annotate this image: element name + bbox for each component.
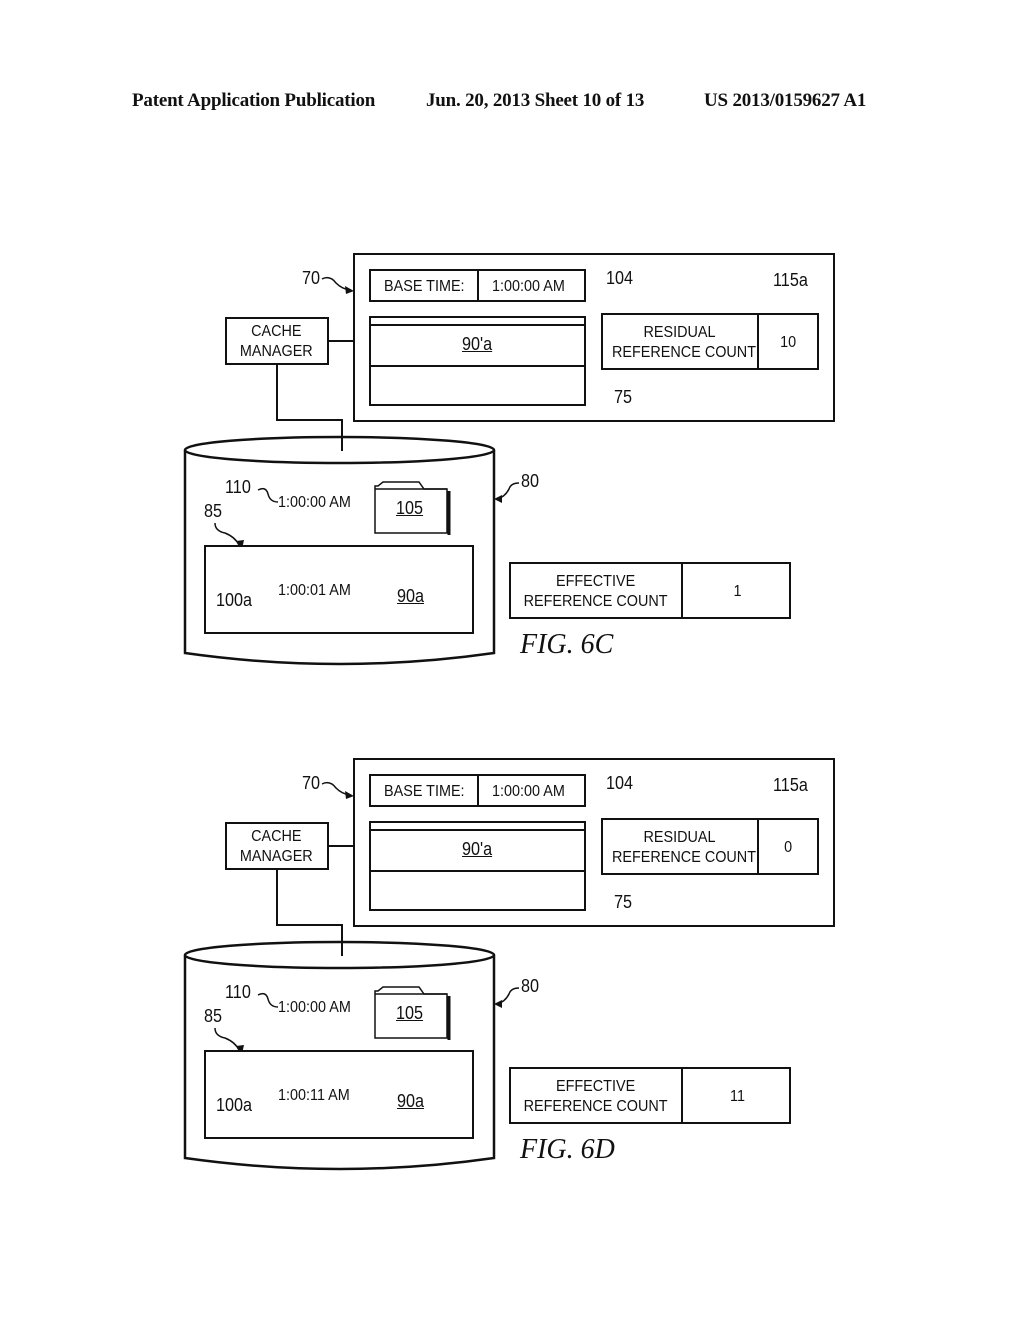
figure-caption: FIG. 6C	[520, 629, 614, 660]
ref-numeral-115a: 115a	[773, 270, 808, 290]
ref-numeral-110: 110	[225, 982, 251, 1002]
ref-numeral-110: 110	[225, 477, 251, 497]
storage-folder-label: 105	[396, 1003, 424, 1023]
ref-numeral-104: 104	[606, 268, 634, 288]
figure-fig-6c: BASE TIME: 1:00:00 AM 90'a RESIDUAL REFE…	[0, 253, 1024, 713]
storage-base-time: 1:00:00 AM	[278, 999, 351, 1016]
ref-numeral-70: 70	[302, 268, 321, 288]
ref-numeral-104: 104	[606, 773, 634, 793]
effective-value: 11	[730, 1088, 745, 1105]
storage-base-time: 1:00:00 AM	[278, 494, 351, 511]
ref-numeral-75: 75	[614, 387, 633, 407]
ref-numeral-75: 75	[614, 892, 633, 912]
residual-value: 10	[780, 334, 797, 351]
snapshot-time: 1:00:11 AM	[278, 1087, 350, 1104]
cache-entry-table	[369, 821, 586, 911]
figure-fig-6d: BASE TIME: 1:00:00 AM 90'a RESIDUAL REFE…	[0, 758, 1024, 1218]
residual-label-line1: RESIDUAL	[643, 324, 716, 341]
base-time-label: BASE TIME:	[384, 783, 465, 800]
cache-entry-table	[369, 316, 586, 406]
snapshot-folder-label: 90a	[397, 586, 425, 606]
base-time-value: 1:00:00 AM	[492, 783, 565, 800]
cache-manager-line1: CACHE	[251, 323, 302, 340]
ref-numeral-85: 85	[204, 501, 223, 521]
effective-label-line1: EFFECTIVE	[555, 573, 636, 590]
effective-label-line2: REFERENCE COUNT	[523, 1098, 668, 1115]
header-patent-number: US 2013/0159627 A1	[704, 90, 867, 111]
ref-numeral-80: 80	[521, 471, 540, 491]
header-publication: Patent Application Publication	[132, 90, 376, 111]
header-date-sheet: Jun. 20, 2013 Sheet 10 of 13	[426, 90, 645, 111]
residual-label-line2: REFERENCE COUNT	[612, 344, 757, 361]
ref-numeral-80: 80	[521, 976, 540, 996]
residual-value: 0	[784, 839, 793, 856]
storage-cylinder-top	[183, 940, 496, 970]
storage-folder-label: 105	[396, 498, 424, 518]
cache-entry-label: 90'a	[462, 334, 493, 354]
effective-label-line2: REFERENCE COUNT	[523, 593, 668, 610]
figure-caption: FIG. 6D	[520, 1134, 615, 1165]
effective-label-line1: EFFECTIVE	[555, 1078, 636, 1095]
base-time-label: BASE TIME:	[384, 278, 465, 295]
ref-numeral-100a: 100a	[216, 590, 253, 610]
residual-label-line1: RESIDUAL	[643, 829, 716, 846]
residual-label-line2: REFERENCE COUNT	[612, 849, 757, 866]
storage-cylinder-top	[183, 435, 496, 465]
ref-numeral-100a: 100a	[216, 1095, 253, 1115]
snapshot-folder-label: 90a	[397, 1091, 425, 1111]
ref-numeral-70: 70	[302, 773, 321, 793]
base-time-value: 1:00:00 AM	[492, 278, 565, 295]
ref-numeral-115a: 115a	[773, 775, 808, 795]
cache-entry-label: 90'a	[462, 839, 493, 859]
cache-manager-line1: CACHE	[251, 828, 302, 845]
effective-value: 1	[733, 583, 742, 600]
ref-numeral-85: 85	[204, 1006, 223, 1026]
snapshot-time: 1:00:01 AM	[278, 582, 351, 599]
cache-manager-line2: MANAGER	[239, 343, 313, 360]
cache-manager-line2: MANAGER	[239, 848, 313, 865]
